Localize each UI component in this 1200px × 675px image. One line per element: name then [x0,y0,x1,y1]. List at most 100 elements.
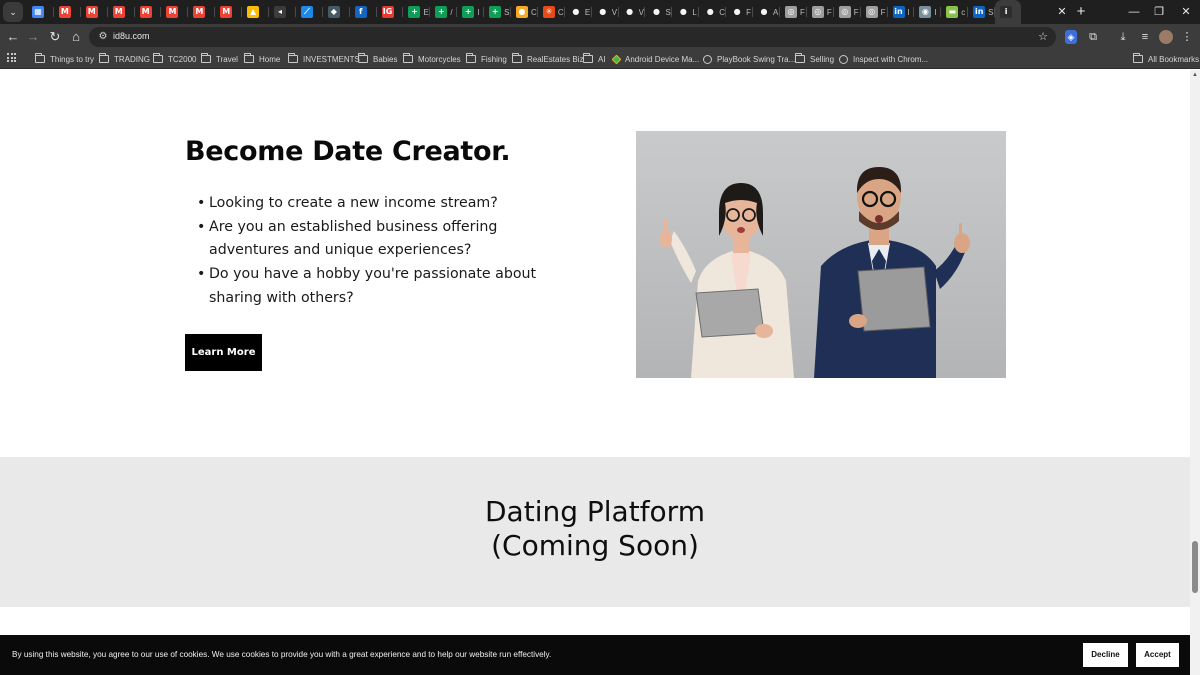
home-icon[interactable]: ⌂ [67,28,85,46]
tab-search-button[interactable]: ⌄ [3,2,23,22]
browser-tab[interactable]: ● A [753,0,780,24]
browser-tab[interactable]: M [54,0,81,24]
close-tab-icon[interactable]: ✕ [1055,5,1069,19]
browser-tab-active[interactable]: i [995,0,1022,24]
download-icon[interactable]: ⤓ [1115,29,1131,45]
bitwarden-shield-icon[interactable]: ◈ [1065,30,1077,44]
bookmark-item[interactable]: Motorcycles [403,53,461,65]
bookmark-item[interactable]: Things to try [35,53,94,65]
browser-tab[interactable]: ✳ C [538,0,565,24]
browser-tab[interactable]: ◎ F [834,0,861,24]
media-control-icon[interactable]: ≡ [1137,29,1153,45]
bookmark-item[interactable]: Home [244,53,280,65]
folder-icon [512,53,522,63]
browser-tab[interactable]: ◂ [269,0,296,24]
man-figure [814,167,970,378]
bookmark-item[interactable]: Travel [201,53,238,65]
browser-tab[interactable]: ● C [699,0,727,24]
bookmark-label: Inspect with Chrom... [853,54,929,64]
restore-icon[interactable]: ❐ [1145,0,1173,24]
close-window-icon[interactable]: ✕ [1172,0,1200,24]
tab-title: C [719,7,726,17]
all-bookmarks-button[interactable]: All Bookmarks [1133,53,1199,65]
ig-icon: IG [381,6,394,18]
tab-title: L [692,7,697,17]
folder-icon [153,53,163,63]
github-icon: ● [596,6,609,18]
bookmark-item[interactable]: Babies [358,53,397,65]
site-info-icon[interactable]: ⚙ [96,30,110,44]
bookmark-item[interactable]: Fishing [466,53,507,65]
browser-tab[interactable]: ● V [619,0,646,24]
decline-cookies-button[interactable]: Decline [1083,643,1128,667]
tab-title: E [584,7,591,17]
bookmark-item[interactable]: RealEstates Biz [512,53,583,65]
bookmark-label: Things to try [50,54,95,64]
browser-tab[interactable]: M [108,0,135,24]
bookmark-label: Android Device Ma... [625,54,700,64]
drive-icon: ▲ [247,6,260,18]
browser-tab[interactable]: M [81,0,108,24]
browser-tab[interactable]: M [135,0,162,24]
browser-tab[interactable]: ⟋ [296,0,323,24]
bookmark-item[interactable]: TRADING [99,53,150,65]
globe-icon: ◉ [919,6,932,18]
browser-tab[interactable]: ● F [726,0,753,24]
browser-tab[interactable]: IG [377,0,404,24]
profile-avatar[interactable] [1159,30,1173,44]
new-tab-button[interactable]: + [1073,4,1089,20]
minimize-icon[interactable]: — [1120,0,1148,24]
folder-icon [583,53,593,63]
browser-tab[interactable]: + S [484,0,511,24]
browser-tab[interactable]: ● L [672,0,700,24]
cookie-message: By using this website, you agree to our … [12,650,552,659]
reload-icon[interactable]: ↻ [46,28,64,46]
browser-tab[interactable]: M [215,0,243,24]
browser-tab[interactable]: ◎ F [861,0,888,24]
learn-more-button[interactable]: Learn More [185,334,262,371]
scroll-up-icon[interactable]: ▲ [1192,72,1198,78]
bookmark-item[interactable]: AI [583,53,606,65]
browser-tab[interactable]: ◎ F [807,0,834,24]
bookmark-item[interactable]: PlayBook Swing Tra... [703,53,795,65]
browser-tab[interactable]: + / [430,0,458,24]
menu-kebab-icon[interactable]: ⋮ [1179,29,1195,45]
browser-tab[interactable]: in I [888,0,915,24]
browser-tab[interactable]: ▬ c [941,0,969,24]
bookmark-item[interactable]: Selling [795,53,834,65]
bookmark-item[interactable]: INVESTMENTS [288,53,360,65]
browser-tab[interactable]: ◎ F [780,0,807,24]
scrollbar-thumb[interactable] [1192,541,1198,593]
browser-tab[interactable]: in S [968,0,995,24]
address-bar[interactable]: ⚙ id8u.com ☆ [89,27,1056,47]
browser-tab[interactable]: ▲ [242,0,269,24]
bookmark-item[interactable]: Android Device Ma... [611,53,700,65]
browser-tab[interactable]: M [188,0,216,24]
flag-icon: ▬ [946,6,959,18]
tab-title: V [611,7,618,17]
browser-tab[interactable]: ▦ [27,0,54,24]
tab-title: F [853,7,859,17]
tab-list: ▦ M M M M M M M ▲ ◂ ⟋ ◆ f IG + E + / + I + S ● C ✳ C ● E ● V ● V ● S ● L ● C ●… [27,0,1022,24]
gmail-icon: M [220,6,233,18]
browser-tab[interactable]: f [350,0,377,24]
browser-tab[interactable]: ● V [592,0,619,24]
browser-tab[interactable]: ◆ [323,0,350,24]
browser-tab[interactable]: ● C [511,0,538,24]
gmail-icon: M [112,6,125,18]
browser-tab[interactable]: ● E [565,0,592,24]
browser-tab[interactable]: + E [403,0,431,24]
browser-tab[interactable]: ● S [645,0,673,24]
apps-grid-icon[interactable] [7,53,16,62]
browser-tab[interactable]: + I [457,0,485,24]
browser-tab[interactable]: ◉ I [914,0,942,24]
bookmark-item[interactable]: Inspect with Chrom... [839,53,928,65]
forward-icon[interactable]: → [24,28,42,46]
tab-title: S [504,7,510,17]
bookmark-star-icon[interactable]: ☆ [1038,30,1048,44]
back-icon[interactable]: ← [4,28,22,46]
accept-cookies-button[interactable]: Accept [1136,643,1179,667]
bookmark-item[interactable]: TC2000 [153,53,196,65]
browser-tab[interactable]: M [161,0,189,24]
extensions-icon[interactable]: ⧉ [1085,29,1101,45]
